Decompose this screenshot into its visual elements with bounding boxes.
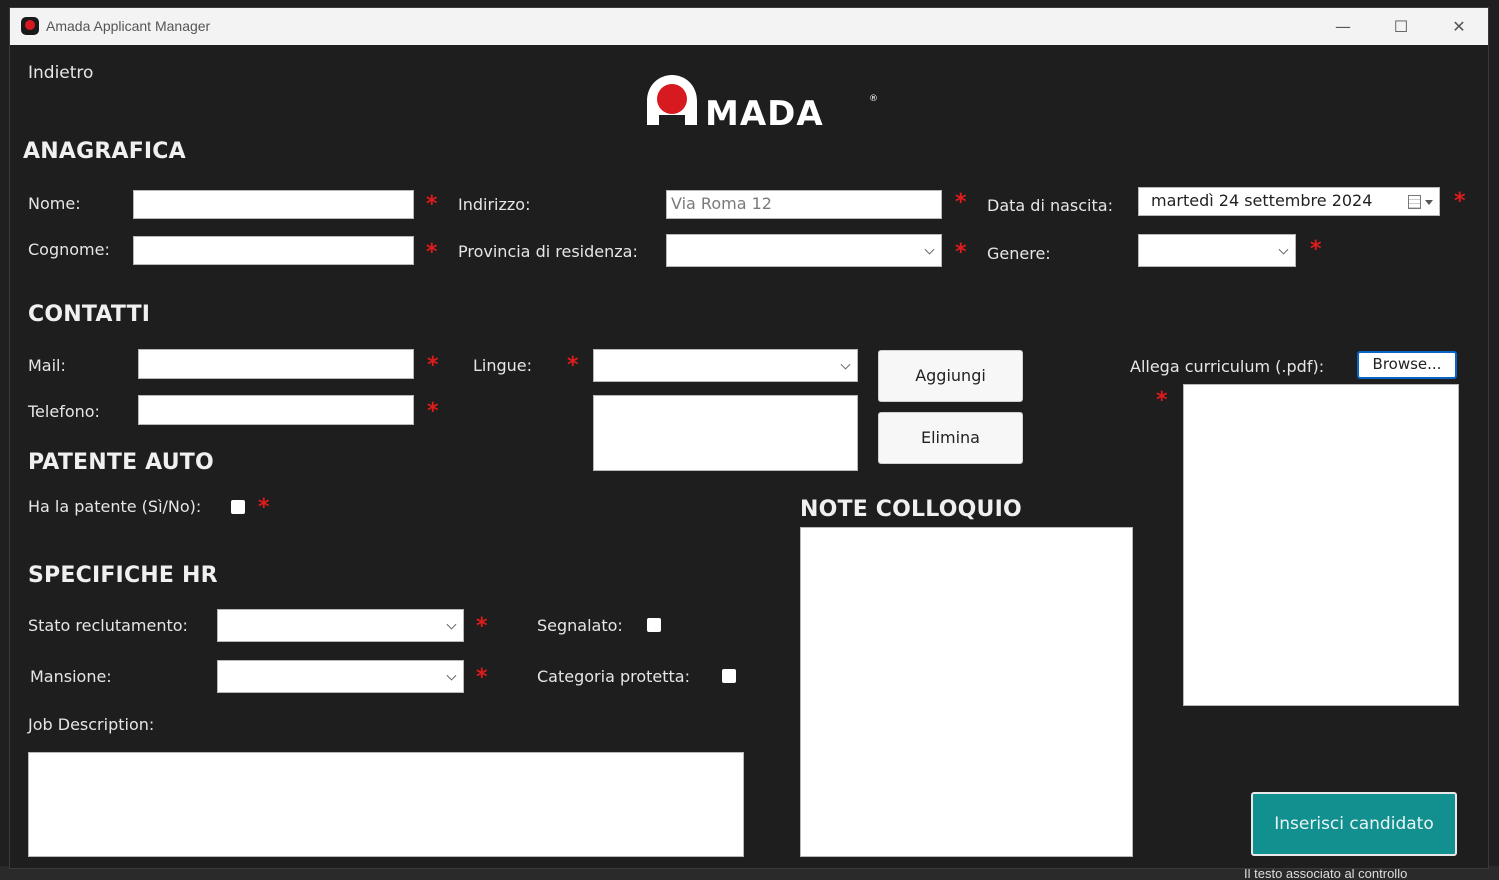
nascita-required: * — [1454, 189, 1466, 214]
segnalato-checkbox[interactable] — [647, 618, 661, 632]
aggiungi-button[interactable]: Aggiungi — [878, 350, 1023, 402]
window-title: Amada Applicant Manager — [46, 18, 211, 34]
lingue-label: Lingue: — [473, 356, 533, 375]
elimina-button[interactable]: Elimina — [878, 412, 1023, 464]
close-button[interactable]: ✕ — [1430, 8, 1488, 45]
logo-text: MADA — [705, 94, 824, 131]
stato-label: Stato reclutamento: — [28, 616, 188, 635]
indirizzo-required: * — [955, 190, 967, 215]
indirizzo-label: Indirizzo: — [458, 195, 531, 214]
mansione-label: Mansione: — [30, 667, 112, 686]
section-note: NOTE COLLOQUIO — [800, 497, 1022, 522]
stato-select[interactable] — [217, 609, 464, 642]
curriculum-label: Allega curriculum (.pdf): — [1130, 357, 1325, 376]
provincia-select[interactable] — [666, 234, 942, 267]
lingue-list[interactable] — [593, 395, 858, 471]
nascita-label: Data di nascita: — [987, 196, 1113, 215]
lingue-required: * — [567, 353, 579, 378]
telefono-label: Telefono: — [28, 402, 100, 421]
mail-label: Mail: — [28, 356, 66, 375]
title-bar: Amada Applicant Manager — ☐ ✕ — [10, 8, 1488, 45]
genere-select[interactable] — [1138, 234, 1296, 267]
curriculum-required: * — [1156, 388, 1168, 413]
section-specifiche: SPECIFICHE HR — [28, 563, 218, 588]
main-form: Indietro MADA ® ANAGRAFICA Nome: * Cogno… — [10, 45, 1488, 868]
patente-required: * — [258, 495, 270, 520]
note-textarea[interactable] — [800, 527, 1133, 857]
app-icon — [21, 17, 39, 35]
job-description-textarea[interactable] — [28, 752, 744, 857]
segnalato-label: Segnalato: — [537, 616, 623, 635]
cognome-required: * — [426, 240, 438, 265]
lingue-select[interactable] — [593, 349, 858, 382]
patente-checkbox[interactable] — [231, 500, 245, 514]
app-window: Amada Applicant Manager — ☐ ✕ Indietro M… — [9, 7, 1489, 869]
nascita-value: martedì 24 settembre 2024 — [1151, 191, 1373, 210]
section-contatti: CONTATTI — [28, 302, 151, 327]
logo-registered: ® — [869, 94, 878, 104]
browse-button[interactable]: Browse... — [1357, 351, 1457, 379]
mansione-select[interactable] — [217, 660, 464, 693]
back-link[interactable]: Indietro — [28, 63, 93, 83]
inserisci-candidato-button[interactable]: Inserisci candidato — [1251, 792, 1457, 856]
nascita-datepicker[interactable]: martedì 24 settembre 2024 — [1138, 187, 1440, 216]
mail-input[interactable] — [138, 349, 414, 379]
job-description-label: Job Description: — [28, 715, 155, 734]
nome-label: Nome: — [28, 194, 81, 213]
chevron-down-icon[interactable] — [1425, 200, 1433, 205]
curriculum-preview — [1183, 384, 1459, 706]
mail-required: * — [427, 353, 439, 378]
nome-required: * — [426, 192, 438, 217]
nome-input[interactable] — [133, 190, 414, 219]
indirizzo-input[interactable]: Via Roma 12 — [666, 190, 942, 219]
categoria-label: Categoria protetta: — [537, 667, 690, 686]
telefono-input[interactable] — [138, 395, 414, 425]
section-patente: PATENTE AUTO — [28, 450, 214, 475]
cognome-input[interactable] — [133, 236, 414, 265]
provincia-required: * — [955, 240, 967, 265]
stato-required: * — [476, 614, 488, 639]
minimize-button[interactable]: — — [1314, 8, 1372, 45]
telefono-required: * — [427, 399, 439, 424]
amada-logo-mark: MADA ® — [647, 75, 878, 134]
amada-logo: MADA ® — [645, 75, 881, 134]
genere-label: Genere: — [987, 244, 1051, 263]
calendar-icon[interactable] — [1408, 195, 1421, 209]
cognome-label: Cognome: — [28, 240, 110, 259]
patente-label: Ha la patente (Sì/No): — [28, 497, 202, 516]
section-anagrafica: ANAGRAFICA — [23, 139, 186, 164]
categoria-checkbox[interactable] — [722, 669, 736, 683]
mansione-required: * — [476, 665, 488, 690]
maximize-button[interactable]: ☐ — [1372, 8, 1430, 45]
provincia-label: Provincia di residenza: — [458, 242, 638, 261]
genere-required: * — [1310, 237, 1322, 262]
